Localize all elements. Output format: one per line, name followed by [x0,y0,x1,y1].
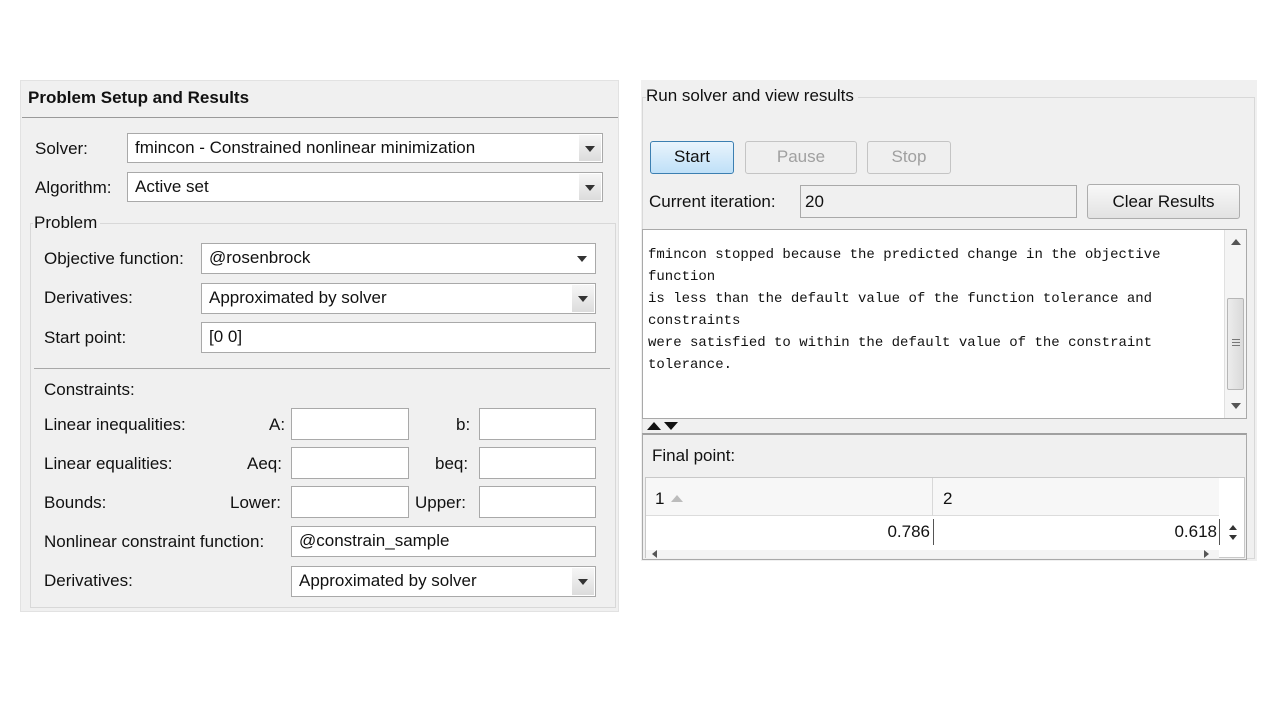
a-matrix-label: A: [269,415,286,434]
objective-function-label: Objective function: [44,249,184,268]
message-line: fmincon stopped because the predicted ch… [648,247,1161,263]
scrollbar-thumb[interactable] [1227,298,1244,390]
chevron-down-icon [585,146,595,152]
aeq-matrix-input[interactable] [291,447,409,479]
upper-bound-label: Upper: [415,493,467,512]
bounds-label: Bounds: [44,493,107,512]
panel-divider [22,117,618,118]
nonlinear-derivatives-label: Derivatives: [44,571,133,590]
derivatives-dropdown[interactable]: Approximated by solver [201,283,596,314]
linear-inequalities-label: Linear inequalities: [44,415,186,434]
scroll-left-arrow-icon[interactable] [652,550,657,558]
linear-equalities-label: Linear equalities: [44,454,173,473]
final-point-table: 1 2 0.786 0.618 [645,477,1245,558]
start-point-label: Start point: [44,328,127,347]
chevron-down-icon [578,579,588,585]
start-button[interactable]: Start [650,141,734,174]
nonlinear-constraint-label: Nonlinear constraint function: [44,532,265,551]
column-header-1[interactable]: 1 [646,478,933,516]
column-header-2-label: 2 [943,489,953,508]
column-header-1-label: 1 [655,489,665,508]
algorithm-label: Algorithm: [35,178,112,197]
solver-value: fmincon - Constrained nonlinear minimiza… [135,138,476,157]
scroll-down-arrow-icon[interactable] [1231,403,1241,409]
pause-button[interactable]: Pause [745,141,857,174]
splitter-up-arrow-icon[interactable] [647,422,661,430]
stepper-up-icon[interactable] [1229,525,1237,530]
message-line: function [648,269,716,285]
message-line: were satisfied to within the default val… [648,335,1153,351]
beq-vector-input[interactable] [479,447,596,479]
message-scrollbar[interactable] [1224,230,1246,418]
solver-dropdown[interactable]: fmincon - Constrained nonlinear minimiza… [127,133,603,163]
final-point-label: Final point: [652,446,736,465]
table-cell[interactable]: 0.786 [646,522,930,542]
scroll-up-arrow-icon[interactable] [1231,239,1241,245]
algorithm-value: Active set [135,177,209,196]
run-solver-title: Run solver and view results [646,86,858,106]
message-text-area[interactable]: fmincon stopped because the predicted ch… [642,229,1247,419]
nonlinear-derivatives-value: Approximated by solver [299,571,477,590]
sort-ascending-icon [671,495,683,502]
chevron-down-icon [585,185,595,191]
constraints-label: Constraints: [44,380,135,399]
table-horizontal-scrollbar[interactable] [646,550,1219,558]
message-line: constraints [648,313,741,329]
message-line: tolerance. [648,357,733,373]
current-iteration-label: Current iteration: [649,192,776,211]
problem-group-title: Problem [33,213,101,233]
start-point-input[interactable]: [0 0] [201,322,596,353]
clear-results-button[interactable]: Clear Results [1087,184,1240,219]
solver-label: Solver: [35,139,88,158]
stop-button[interactable]: Stop [867,141,951,174]
objective-function-input[interactable]: @rosenbrock [201,243,596,274]
beq-vector-label: beq: [435,454,469,473]
panel-title: Problem Setup and Results [28,88,250,107]
chevron-down-icon[interactable] [577,256,587,262]
current-iteration-field: 20 [800,185,1077,218]
column-header-2[interactable]: 2 [934,478,1219,516]
scroll-right-arrow-icon[interactable] [1204,550,1209,558]
section-divider [34,368,610,369]
b-vector-label: b: [456,415,471,434]
chevron-down-icon [578,296,588,302]
message-line: is less than the default value of the fu… [648,291,1153,307]
lower-bound-input[interactable] [291,486,409,518]
message-text: fmincon stopped because the predicted ch… [648,244,1218,376]
table-row: 0.786 0.618 [646,517,1220,547]
algorithm-dropdown[interactable]: Active set [127,172,603,202]
lower-bound-label: Lower: [230,493,282,512]
row-stepper[interactable] [1227,523,1241,545]
upper-bound-input[interactable] [479,486,596,518]
splitter-down-arrow-icon[interactable] [664,422,678,430]
derivatives-value: Approximated by solver [209,288,387,307]
stepper-down-icon[interactable] [1229,535,1237,540]
objective-function-value: @rosenbrock [209,248,311,267]
b-vector-input[interactable] [479,408,596,440]
table-cell[interactable]: 0.618 [934,522,1217,542]
derivatives-label: Derivatives: [44,288,133,307]
nonlinear-constraint-input[interactable]: @constrain_sample [291,526,596,557]
a-matrix-input[interactable] [291,408,409,440]
nonlinear-derivatives-dropdown[interactable]: Approximated by solver [291,566,596,597]
aeq-matrix-label: Aeq: [247,454,282,473]
